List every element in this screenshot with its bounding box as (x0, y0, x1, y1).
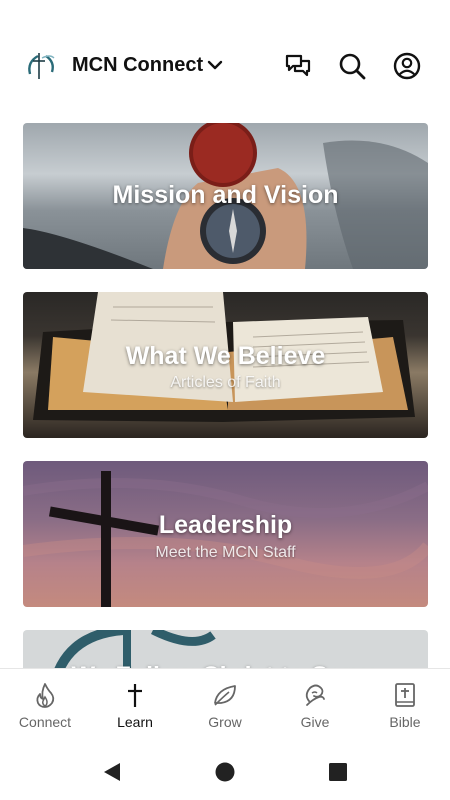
card-what-we-believe[interactable]: What We Believe Articles of Faith (23, 292, 428, 438)
recents-icon[interactable] (326, 760, 350, 784)
card-subtitle: Meet the MCN Staff (155, 544, 296, 561)
back-icon[interactable] (100, 760, 124, 784)
card-subtitle: Articles of Faith (170, 374, 281, 391)
search-icon[interactable] (337, 51, 367, 81)
bottom-nav: Connect Learn Grow Give Bible (0, 668, 450, 743)
app-header: MCN Connect (0, 38, 450, 94)
card-title: Mission and Vision (112, 181, 339, 209)
chat-icon[interactable] (283, 51, 313, 81)
chevron-down-icon[interactable] (206, 56, 224, 74)
nav-label: Grow (208, 714, 242, 730)
give-icon (305, 684, 325, 706)
nav-item-connect[interactable]: Connect (0, 681, 90, 730)
app-logo-icon (24, 50, 58, 82)
nav-item-grow[interactable]: Grow (180, 681, 270, 730)
nav-item-learn[interactable]: Learn (90, 681, 180, 730)
cross-icon (128, 684, 142, 707)
home-icon[interactable] (213, 760, 237, 784)
nav-label: Learn (117, 714, 153, 730)
app-title[interactable]: MCN Connect (72, 54, 203, 77)
card-title: What We Believe (125, 342, 326, 370)
bible-icon (395, 683, 415, 707)
nav-item-bible[interactable]: Bible (360, 681, 450, 730)
nav-item-give[interactable]: Give (270, 681, 360, 730)
card-title: Leadership (158, 511, 293, 539)
leaf-icon (214, 685, 236, 706)
account-icon[interactable] (392, 51, 422, 81)
card-leadership[interactable]: Leadership Meet the MCN Staff (23, 461, 428, 607)
flame-icon (36, 683, 55, 708)
card-mission-vision[interactable]: Mission and Vision (23, 123, 428, 269)
system-nav-bar (0, 742, 450, 800)
nav-label: Connect (18, 714, 72, 730)
nav-label: Give (300, 714, 330, 730)
nav-label: Bible (389, 714, 421, 730)
